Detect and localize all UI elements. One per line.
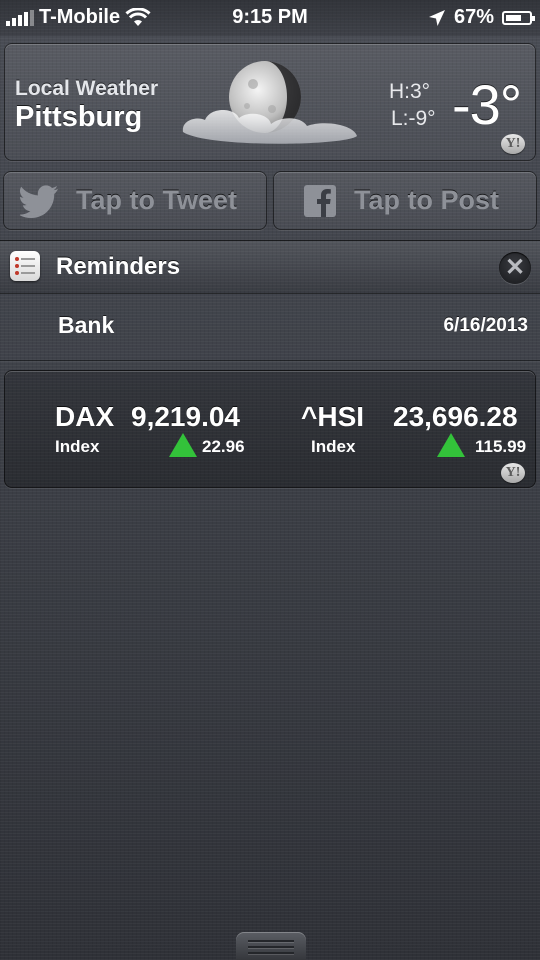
reminder-date: 6/16/2013 <box>443 315 528 336</box>
location-arrow-icon <box>428 9 445 26</box>
tweet-label: Tap to Tweet <box>76 185 237 215</box>
battery-percent: 67% <box>453 6 494 28</box>
facebook-f-icon <box>304 184 336 217</box>
battery-icon <box>502 10 535 25</box>
twitter-bird-icon <box>20 184 58 218</box>
weather-label: Local Weather <box>15 77 159 100</box>
weather-city: Pittsburg <box>15 101 143 133</box>
yahoo-icon[interactable]: Y! <box>501 463 525 483</box>
weather-high: H:3° <box>389 80 431 103</box>
post-label: Tap to Post <box>354 185 499 215</box>
stock-change: 115.99 <box>475 437 527 456</box>
stock-kind: Index <box>311 437 356 456</box>
stock-item-dax[interactable]: DAX 9,219.04 Index 22.96 <box>5 371 271 489</box>
stock-symbol: ^HSI <box>301 401 365 432</box>
stock-kind: Index <box>55 437 100 456</box>
close-icon: ✕ <box>504 254 526 281</box>
up-arrow-icon <box>169 433 197 457</box>
tweet-button[interactable]: Tap to Tweet <box>3 171 267 230</box>
stocks-widget[interactable]: DAX 9,219.04 Index 22.96 ^HSI 23,696.28 … <box>4 370 536 488</box>
weather-widget[interactable]: Local Weather Pittsburg H:3° L:-9° -3° Y… <box>4 43 536 161</box>
reminders-app-icon <box>10 251 40 281</box>
reminders-header[interactable]: Reminders ✕ <box>0 240 540 294</box>
reminder-item[interactable]: Bank 6/16/2013 <box>0 292 540 361</box>
yahoo-icon[interactable]: Y! <box>501 134 525 154</box>
weather-temperature: -3° <box>452 73 522 136</box>
close-reminders-button[interactable]: ✕ <box>499 252 531 284</box>
status-right: 67% <box>428 6 535 29</box>
notification-center-handle[interactable] <box>236 932 306 960</box>
stock-item-hsi[interactable]: ^HSI 23,696.28 Index 115.99 <box>271 371 537 489</box>
stock-price: 23,696.28 <box>393 401 518 432</box>
moon-cloud-icon <box>182 61 357 144</box>
up-arrow-icon <box>437 433 465 457</box>
reminders-title: Reminders <box>56 253 181 280</box>
reminder-name: Bank <box>58 312 115 338</box>
battery-fill <box>506 14 521 21</box>
weather-low: L:-9° <box>391 107 436 130</box>
stock-symbol: DAX <box>55 401 115 432</box>
status-bar: T-Mobile 9:15 PM 67% <box>0 0 540 36</box>
stock-change: 22.96 <box>202 437 245 456</box>
stock-price: 9,219.04 <box>131 401 240 432</box>
post-button[interactable]: Tap to Post <box>273 171 537 230</box>
